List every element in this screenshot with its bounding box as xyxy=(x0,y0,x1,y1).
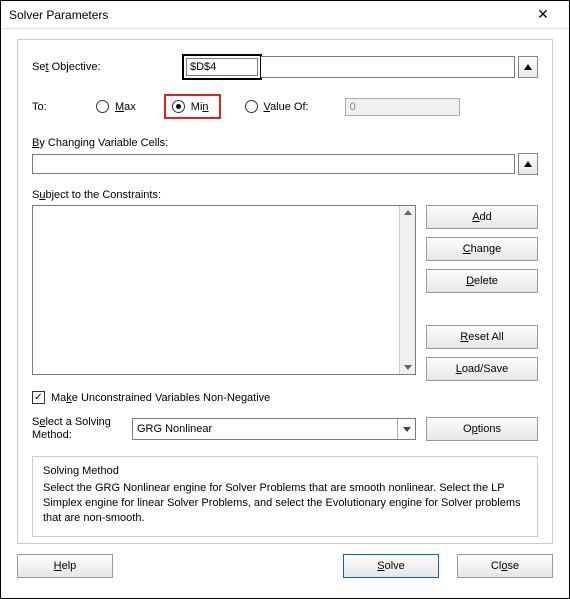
changing-label: By Changing Variable Cells: xyxy=(32,137,538,149)
scroll-down-icon xyxy=(404,365,412,370)
radio-max[interactable]: Max xyxy=(96,100,136,113)
add-button[interactable]: Add xyxy=(426,205,538,229)
constraints-label: Subject to the Constraints: xyxy=(32,189,538,201)
radio-icon xyxy=(172,100,185,113)
scroll-up-icon xyxy=(404,210,412,215)
solving-method-group: Solving Method Select the GRG Nonlinear … xyxy=(32,456,538,537)
title-bar: Solver Parameters ✕ xyxy=(1,1,569,29)
radio-max-label: Max xyxy=(115,101,136,113)
changing-refpick-button[interactable] xyxy=(518,153,538,175)
desc-text: Select the GRG Nonlinear engine for Solv… xyxy=(43,481,527,526)
resetall-button[interactable]: Reset All xyxy=(426,325,538,349)
options-button[interactable]: Options xyxy=(426,417,538,441)
constraints-area: Add Change Delete Reset All Load/Save xyxy=(32,205,538,381)
method-combobox[interactable]: GRG Nonlinear xyxy=(132,418,416,440)
desc-title: Solving Method xyxy=(43,465,527,477)
objective-refpick-button[interactable] xyxy=(518,56,538,78)
change-button[interactable]: Change xyxy=(426,237,538,261)
close-icon[interactable]: ✕ xyxy=(523,1,563,29)
nonneg-checkbox[interactable]: ✓ xyxy=(32,391,45,404)
scrollbar[interactable] xyxy=(399,206,415,374)
radio-icon xyxy=(245,100,258,113)
help-button[interactable]: Help xyxy=(17,554,113,578)
radio-min-label: Min xyxy=(191,101,209,113)
collapse-icon xyxy=(524,64,532,70)
objective-input-rest[interactable] xyxy=(261,56,515,78)
method-row: Select a SolvingMethod: GRG Nonlinear Op… xyxy=(32,416,538,442)
changing-input[interactable] xyxy=(32,154,515,174)
radio-min[interactable]: Min xyxy=(164,94,221,119)
valueof-input[interactable] xyxy=(345,98,460,116)
to-label: To: xyxy=(32,101,72,113)
method-label: Select a SolvingMethod: xyxy=(32,416,132,442)
loadsave-button[interactable]: Load/Save xyxy=(426,357,538,381)
objective-row: Set Objective: xyxy=(32,54,538,80)
constraint-buttons: Add Change Delete Reset All Load/Save xyxy=(426,205,538,381)
constraints-listbox[interactable] xyxy=(32,205,416,375)
window-title: Solver Parameters xyxy=(9,8,108,22)
radio-valueof-label: Value Of: xyxy=(264,101,309,113)
bottom-button-row: Help Solve Close xyxy=(17,554,553,578)
objective-input[interactable] xyxy=(186,58,258,76)
close-button[interactable]: Close xyxy=(457,554,553,578)
to-row: To: Max Min Value Of: xyxy=(32,94,538,119)
collapse-icon xyxy=(524,161,532,167)
method-selected: GRG Nonlinear xyxy=(137,423,212,435)
chevron-down-icon xyxy=(397,419,415,439)
content-area: Set Objective: To: Max xyxy=(1,29,569,598)
nonneg-row: ✓ Make Unconstrained Variables Non-Negat… xyxy=(32,391,538,404)
nonneg-label: Make Unconstrained Variables Non-Negativ… xyxy=(51,392,270,404)
form-panel: Set Objective: To: Max xyxy=(17,39,553,544)
solver-dialog: Solver Parameters ✕ Set Objective: xyxy=(0,0,570,599)
objective-highlight-box xyxy=(182,54,262,80)
objective-label: Set Objective: xyxy=(32,61,182,73)
radio-valueof[interactable]: Value Of: xyxy=(245,100,309,113)
delete-button[interactable]: Delete xyxy=(426,269,538,293)
solve-button[interactable]: Solve xyxy=(343,554,439,578)
changing-row xyxy=(32,153,538,175)
radio-icon xyxy=(96,100,109,113)
